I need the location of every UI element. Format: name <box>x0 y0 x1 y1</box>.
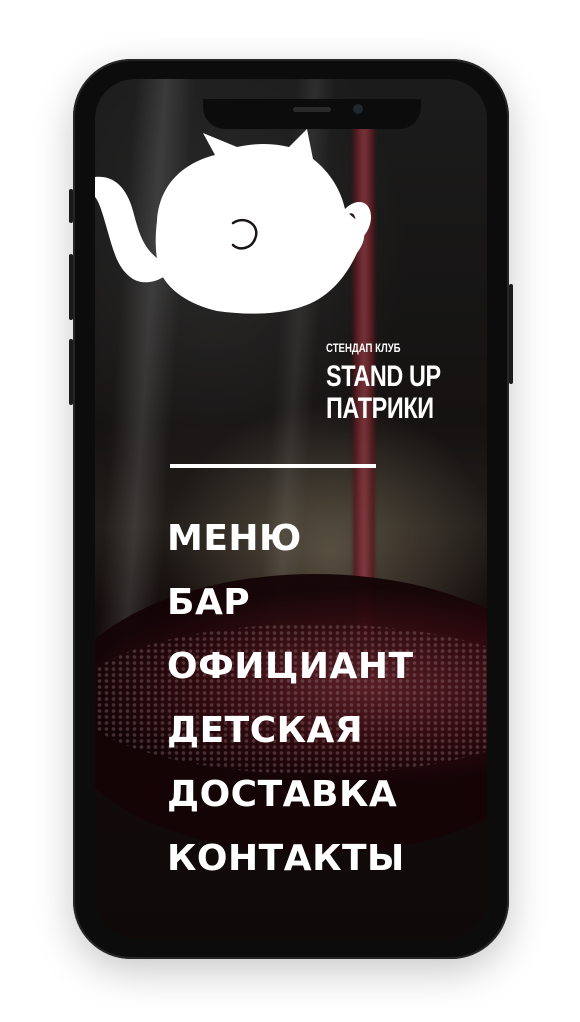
volume-down-button <box>69 339 73 405</box>
phone-screen: СТЕНДАП КЛУБ STAND UP ПАТРИКИ МЕНЮ БАР О… <box>95 79 487 939</box>
menu-item-bar[interactable]: БАР <box>167 571 414 635</box>
menu-item-waiter[interactable]: ОФИЦИАНТ <box>167 635 414 699</box>
phone-frame: СТЕНДАП КЛУБ STAND UP ПАТРИКИ МЕНЮ БАР О… <box>69 59 513 959</box>
mute-switch <box>69 189 73 223</box>
menu-item-delivery[interactable]: ДОСТАВКА <box>167 763 414 827</box>
menu-item-contacts[interactable]: КОНТАКТЫ <box>167 827 414 891</box>
club-name-line2: ПАТРИКИ <box>326 392 434 425</box>
speaker-grille <box>293 107 331 112</box>
club-name-block: СТЕНДАП КЛУБ STAND UP ПАТРИКИ <box>326 341 473 425</box>
phone-notch <box>203 99 421 129</box>
menu-divider <box>170 464 376 468</box>
club-subtitle: СТЕНДАП КЛУБ <box>326 341 401 355</box>
menu-item-kids-room[interactable]: ДЕТСКАЯ <box>167 699 414 763</box>
volume-up-button <box>69 254 73 320</box>
menu-item-menu[interactable]: МЕНЮ <box>167 507 414 571</box>
main-menu: МЕНЮ БАР ОФИЦИАНТ ДЕТСКАЯ ДОСТАВКА КОНТА… <box>167 507 414 891</box>
club-name-line1: STAND UP <box>326 360 441 393</box>
power-button <box>509 284 513 384</box>
front-camera <box>353 104 363 114</box>
cat-teapot-logo-icon[interactable] <box>95 129 395 369</box>
